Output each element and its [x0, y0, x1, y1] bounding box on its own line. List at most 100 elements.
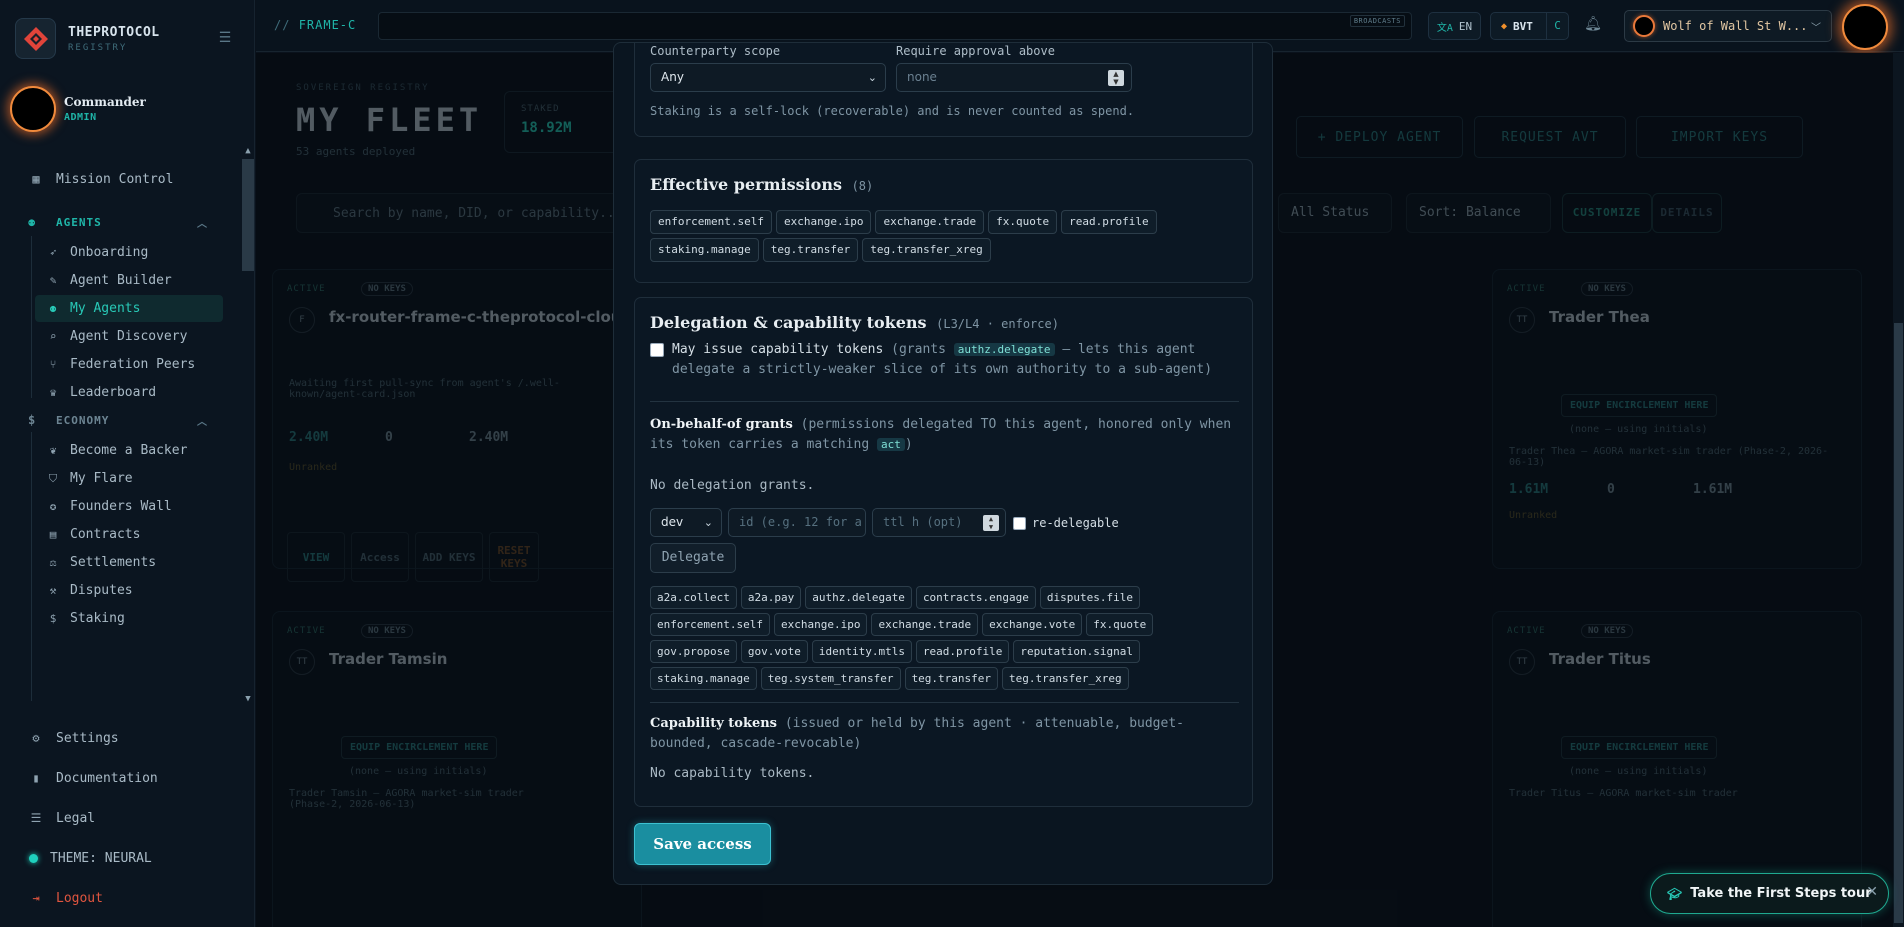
sidebar-item-staking[interactable]: $ Staking — [35, 605, 223, 632]
scope-chip[interactable]: teg.transfer_xreg — [1002, 667, 1129, 690]
scrollbar-thumb[interactable] — [1894, 323, 1903, 923]
avatar-note: (none — using initials) — [1569, 766, 1708, 777]
chevron-up-icon: ︿ — [197, 416, 208, 428]
theme-toggle[interactable]: THEME: NEURAL — [28, 845, 152, 871]
section-agents[interactable]: ⚉ AGENTS ︿ — [28, 213, 208, 231]
stepper-icon[interactable]: ▲ ▼ — [1108, 70, 1124, 86]
equip-encirclement-button[interactable]: EQUIP ENCIRCLEMENT HERE — [1561, 736, 1718, 759]
sort-select[interactable]: Sort: Balance — [1406, 193, 1551, 233]
stepper-icon[interactable]: ▲ ▼ — [983, 515, 999, 531]
equip-encirclement-button[interactable]: EQUIP ENCIRCLEMENT HERE — [1561, 394, 1718, 417]
scope-chip[interactable]: teg.system_transfer — [760, 667, 901, 690]
grid-icon: ▦ — [32, 172, 40, 186]
scope-chip[interactable]: staking.manage — [650, 667, 757, 690]
sidebar-item-onboarding[interactable]: ➶ Onboarding — [35, 239, 223, 266]
scope-chip[interactable]: authz.delegate — [805, 586, 912, 609]
page-scrollbar[interactable] — [1893, 53, 1904, 927]
section-economy[interactable]: $ ECONOMY ︿ — [28, 411, 208, 429]
agent-access-modal: Counterparty scope Require approval abov… — [613, 42, 1273, 885]
sidebar-item-contracts[interactable]: ▤ Contracts — [35, 521, 223, 548]
scope-chip[interactable]: a2a.pay — [740, 586, 802, 609]
scope-chip[interactable]: disputes.file — [1039, 586, 1140, 609]
save-access-button[interactable]: Save access — [634, 823, 771, 865]
bell-icon[interactable]: 🔔︎ — [1584, 16, 1602, 34]
sidebar-scrollbar[interactable]: ▲ ▼ — [241, 145, 255, 705]
logout-button[interactable]: ⇥ Logout — [28, 885, 103, 911]
redelegable-checkbox[interactable] — [1013, 516, 1026, 530]
sidebar-item-settings[interactable]: ⚙ Settings — [28, 725, 118, 751]
sidebar-item-federation-peers[interactable]: ⑂ Federation Peers — [35, 351, 223, 378]
view-button[interactable]: VIEW — [287, 532, 345, 582]
issue-capability-tokens-checkbox[interactable] — [650, 343, 664, 357]
redelegable-option[interactable]: re-delegable — [1013, 516, 1119, 530]
agent-name: Trader Tamsin — [329, 650, 448, 668]
sidebar-item-my-flare[interactable]: ⛉ My Flare — [35, 465, 223, 492]
staked-value: 0 — [1607, 482, 1615, 497]
scope-chip[interactable]: contracts.engage — [915, 586, 1036, 609]
scroll-down-icon[interactable]: ▼ — [241, 693, 255, 705]
sidebar-item-leaderboard[interactable]: ♛ Leaderboard — [35, 379, 223, 406]
user-profile[interactable]: Commander ADMIN — [10, 86, 146, 132]
collapse-sidebar-icon[interactable]: ☰ — [216, 30, 234, 46]
scope-chip[interactable]: exchange.ipo — [773, 613, 868, 636]
scope-chip[interactable]: a2a.collect — [650, 586, 737, 609]
sidebar-item-become-a-backer[interactable]: ❦ Become a Backer — [35, 437, 223, 464]
token-balance[interactable]: ◆ BVT C — [1490, 12, 1569, 40]
scope-chip[interactable]: read.profile — [915, 640, 1010, 663]
sidebar-item-founders-wall[interactable]: ✪ Founders Wall — [35, 493, 223, 520]
no-keys-badge: NO KEYS — [361, 624, 413, 638]
sidebar-item-label: Documentation — [56, 770, 158, 786]
sidebar-item-settlements[interactable]: ⚖ Settlements — [35, 549, 223, 576]
scrollbar-thumb[interactable] — [242, 159, 254, 271]
scope-chip[interactable]: exchange.vote — [982, 613, 1083, 636]
scope-chip[interactable]: reputation.signal — [1013, 640, 1141, 663]
approval-threshold-input[interactable]: none ▲ ▼ — [896, 63, 1132, 92]
sidebar-item-disputes[interactable]: ⚒ Disputes — [35, 577, 223, 604]
import-keys-button[interactable]: IMPORT KEYS — [1636, 116, 1803, 158]
scope-chip[interactable]: gov.vote — [740, 640, 808, 663]
delegate-button[interactable]: Delegate — [650, 543, 736, 573]
brand-subtitle: REGISTRY — [68, 42, 128, 53]
section-title: Effective permissions (8) — [650, 175, 873, 194]
sidebar-item-legal[interactable]: ☰ Legal — [28, 805, 96, 831]
counterparty-scope-select[interactable]: Any ⌄ — [650, 63, 886, 92]
close-icon[interactable]: ✕ — [1866, 884, 1878, 900]
agent-card[interactable]: ACTIVE NO KEYS F fx-router-frame-c-thepr… — [272, 269, 642, 582]
reset-keys-button[interactable]: RESET KEYS — [489, 532, 539, 582]
access-button[interactable]: Access — [351, 532, 409, 582]
language-selector[interactable]: 文A EN — [1428, 12, 1481, 40]
first-steps-tour-button[interactable]: 🎓︎ Take the First Steps tour ✕ — [1650, 873, 1889, 914]
scope-chip[interactable]: exchange.trade — [871, 613, 979, 636]
add-keys-button[interactable]: ADD KEYS — [415, 532, 483, 582]
account-selector[interactable]: Wolf of Wall St W... ﹀ — [1624, 10, 1832, 42]
agent-card[interactable]: ACTIVE NO KEYS TT Trader Thea EQUIP ENCI… — [1492, 269, 1862, 569]
equip-encirclement-button[interactable]: EQUIP ENCIRCLEMENT HERE — [341, 736, 498, 759]
theme-label: THEME: NEURAL — [50, 850, 152, 866]
deploy-agent-button[interactable]: + DEPLOY AGENT — [1296, 116, 1463, 158]
broadcasts-badge: BROADCASTS — [1349, 15, 1405, 27]
sidebar-item-documentation[interactable]: ▮ Documentation — [28, 765, 158, 791]
scroll-up-icon[interactable]: ▲ — [241, 145, 255, 157]
scope-chip[interactable]: gov.propose — [650, 640, 737, 663]
scope-chip[interactable]: identity.mtls — [811, 640, 912, 663]
environment-select[interactable]: dev ⌄ — [650, 508, 722, 537]
grant-id-input[interactable]: id (e.g. 12 for a de — [728, 508, 866, 537]
scope-chip[interactable]: teg.transfer — [904, 667, 999, 690]
details-toggle[interactable]: DETAILS — [1652, 193, 1722, 233]
sidebar-item-mission-control[interactable]: ▦ Mission Control — [28, 166, 173, 192]
permission-chip: read.profile — [1061, 210, 1157, 234]
scope-chip[interactable]: enforcement.self — [650, 613, 770, 636]
scope-chip[interactable]: fx.quote — [1086, 613, 1154, 636]
obo-title: On-behalf-of grants — [650, 417, 793, 432]
request-avt-button[interactable]: REQUEST AVT — [1474, 116, 1626, 158]
ttl-hours-input[interactable]: ttl h (opt) ▲ ▼ — [872, 508, 1006, 537]
status-filter[interactable]: All Status — [1278, 193, 1392, 233]
profile-avatar[interactable] — [1842, 4, 1888, 50]
token-suffix[interactable]: C — [1546, 13, 1568, 39]
brand[interactable]: THEPROTOCOL REGISTRY — [15, 18, 160, 59]
agent-card[interactable]: ACTIVE NO KEYS TT Trader Tamsin EQUIP EN… — [272, 611, 642, 927]
sidebar-item-agent-discovery[interactable]: ⌕ Agent Discovery — [35, 323, 223, 350]
customize-toggle[interactable]: CUSTOMIZE — [1562, 193, 1652, 233]
sidebar-item-agent-builder[interactable]: ✎ Agent Builder — [35, 267, 223, 294]
sidebar-item-my-agents[interactable]: ⚉ My Agents — [35, 295, 223, 322]
